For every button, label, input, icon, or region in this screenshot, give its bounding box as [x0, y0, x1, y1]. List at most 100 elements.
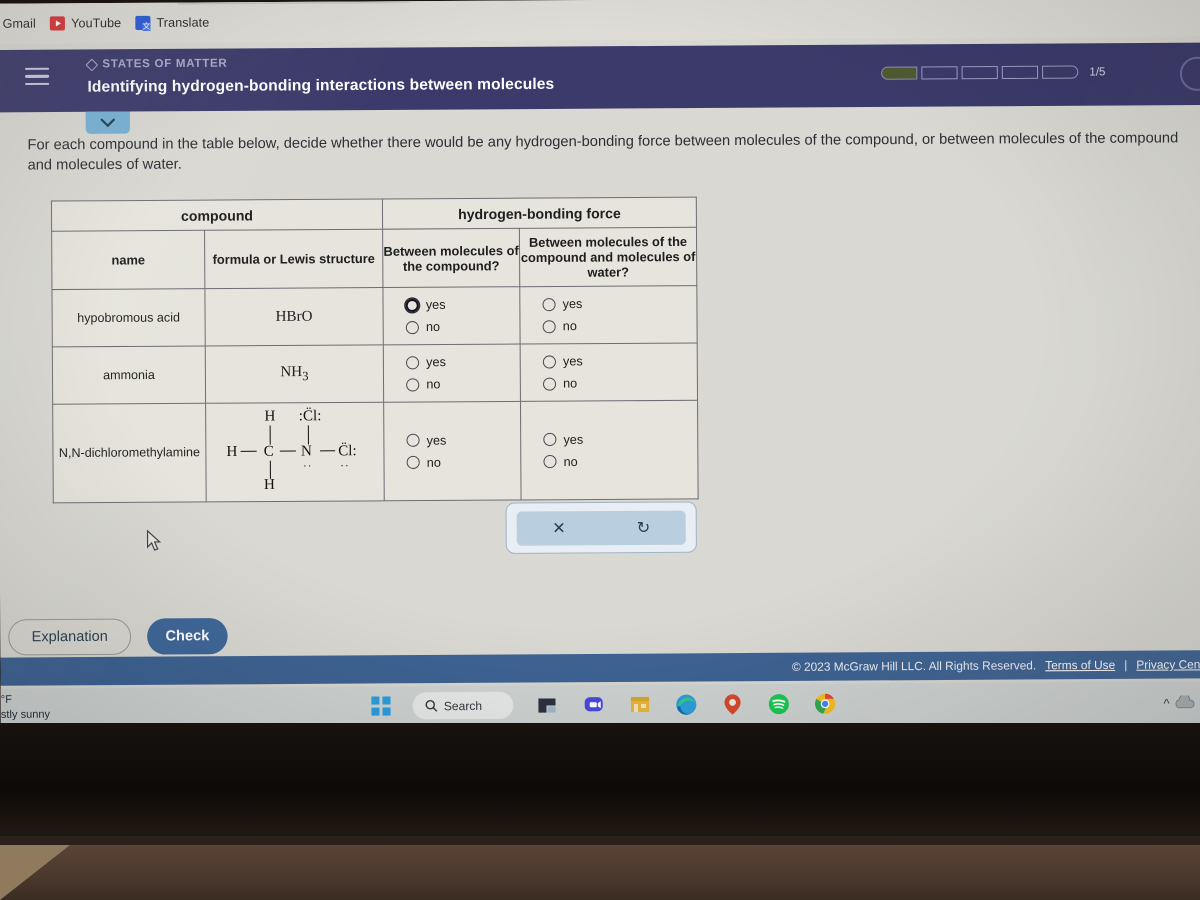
weather-temperature: 5°F — [0, 693, 13, 706]
close-x-icon[interactable]: ✕ — [517, 518, 602, 539]
radio-label-yes: yes — [426, 355, 446, 370]
radio-option-no[interactable]: no — [542, 314, 697, 337]
table-row: N,N-dichloromethylamine H :C̈l: H C N ··… — [52, 400, 699, 503]
lewis-atom-left: H — [226, 443, 238, 461]
question-prompt: For each compound in the table below, de… — [27, 130, 1179, 174]
radio-button-yes[interactable] — [406, 433, 420, 447]
cloud-icon[interactable] — [1174, 694, 1196, 715]
radio-button-no[interactable] — [405, 320, 419, 334]
lewis-atom-top-right: :C̈l: — [298, 408, 322, 425]
radio-button-no[interactable] — [543, 454, 557, 469]
radio-button-yes[interactable] — [542, 354, 556, 369]
mouse-cursor — [146, 529, 163, 557]
radio-option-yes[interactable]: yes — [406, 429, 520, 452]
group-header-hbond: hydrogen-bonding force — [382, 197, 697, 230]
radio-button-yes[interactable] — [405, 355, 420, 369]
radio-button-yes[interactable] — [405, 298, 419, 312]
bookmark-gmail[interactable]: Gmail — [3, 17, 36, 31]
topic-kicker-label: STATES OF MATTER — [102, 57, 228, 71]
check-button[interactable]: Check — [147, 617, 228, 655]
radio-button-no[interactable] — [406, 377, 420, 392]
lewis-structure-diagram: H :C̈l: H C N ·· C̈l: ·· H — [206, 403, 384, 502]
undo-arrow-icon[interactable]: ↻ — [601, 517, 686, 538]
weather-description: ostly sunny — [0, 708, 51, 721]
file-explorer-icon[interactable] — [535, 693, 559, 717]
terms-of-use-link[interactable]: Terms of Use — [1045, 658, 1115, 673]
radio-option-no[interactable]: no — [405, 315, 520, 338]
radio-label-yes: yes — [563, 432, 584, 447]
compound-table: compound hydrogen-bonding force name for… — [50, 196, 699, 504]
privacy-center-link[interactable]: Privacy Cent — [1136, 657, 1200, 671]
row-name: hypobromous acid — [51, 288, 206, 347]
page-title: Identifying hydrogen-bonding interaction… — [87, 75, 555, 96]
edit-toolbar: ✕ ↻ — [505, 501, 697, 554]
row-lewis-structure: H :C̈l: H C N ·· C̈l: ·· H — [205, 402, 385, 502]
chevron-down-icon[interactable] — [85, 111, 130, 134]
radio-label-yes: yes — [426, 433, 447, 448]
browser-bookmarks-bar: Gmail YouTube Translate — [0, 0, 1200, 44]
chevron-up-icon[interactable]: ^ — [1163, 696, 1169, 711]
radio-option-yes[interactable]: yes — [405, 293, 520, 316]
table-row: hypobromous acid HBrO yes no yes no — [51, 285, 698, 347]
radio-option-no[interactable]: no — [406, 373, 520, 396]
radio-button-no[interactable] — [542, 319, 556, 333]
radio-option-yes[interactable]: yes — [543, 427, 697, 450]
topic-kicker: STATES OF MATTER — [85, 57, 228, 71]
desk-surface — [0, 845, 1200, 900]
bookmark-youtube[interactable]: YouTube — [49, 16, 121, 31]
lewis-bond-vertical — [307, 425, 310, 445]
lewis-bond-horizontal — [279, 450, 296, 453]
lewis-bond-horizontal — [240, 450, 257, 453]
formula-base: NH — [280, 363, 303, 381]
row-q2-options: yes no — [519, 285, 698, 345]
lewis-atom-top-left: H — [264, 408, 276, 425]
app-header: STATES OF MATTER Identifying hydrogen-bo… — [0, 42, 1200, 113]
avatar[interactable] — [1179, 56, 1200, 92]
column-header-q1: Between molecules of the compound? — [382, 228, 520, 288]
edge-browser-icon[interactable] — [674, 692, 698, 716]
bookmark-translate[interactable]: Translate — [135, 15, 210, 31]
radio-option-yes[interactable]: yes — [542, 292, 696, 315]
bookmark-translate-label: Translate — [156, 15, 210, 30]
radio-option-no[interactable]: no — [543, 450, 697, 473]
laptop-bezel — [0, 723, 1200, 845]
radio-button-no[interactable] — [406, 455, 420, 469]
radio-option-yes[interactable]: yes — [542, 350, 697, 373]
row-q1-options: yes no — [383, 344, 521, 403]
lewis-atom-center: C — [263, 443, 274, 460]
radio-button-yes[interactable] — [542, 297, 556, 311]
progress-segment — [961, 65, 998, 80]
column-header-formula: formula or Lewis structure — [204, 229, 383, 289]
store-icon[interactable] — [628, 692, 652, 716]
lewis-bond-horizontal — [320, 450, 336, 452]
translate-icon — [135, 15, 151, 31]
windows-start-icon[interactable] — [371, 696, 391, 716]
row-q2-options: yes no — [520, 342, 698, 402]
teams-chat-icon[interactable] — [582, 693, 606, 717]
row-name: ammonia — [52, 345, 206, 405]
youtube-icon — [49, 16, 66, 31]
explanation-button[interactable]: Explanation — [8, 618, 132, 656]
chrome-browser-icon[interactable] — [813, 691, 837, 715]
spotify-icon[interactable] — [767, 691, 791, 715]
radio-option-yes[interactable]: yes — [405, 351, 520, 374]
lewis-atom-second-center: N — [300, 443, 312, 460]
radio-button-yes[interactable] — [543, 432, 557, 447]
diamond-icon — [85, 58, 99, 71]
radio-label-no: no — [425, 319, 441, 335]
radio-option-no[interactable]: no — [406, 451, 521, 474]
radio-button-no[interactable] — [542, 377, 557, 391]
footer: © 2023 McGraw Hill LLC. All Rights Reser… — [0, 650, 1200, 686]
lewis-atom-right: C̈l: — [338, 443, 357, 460]
radio-label-yes: yes — [562, 296, 583, 312]
location-pin-icon[interactable] — [720, 692, 744, 716]
search-icon — [425, 700, 438, 712]
radio-option-no[interactable]: no — [542, 372, 697, 395]
table-column-header-row: name formula or Lewis structure Between … — [51, 227, 697, 290]
search-input[interactable]: Search — [412, 691, 514, 720]
formula-subscript: 3 — [302, 368, 309, 384]
hamburger-menu-icon[interactable] — [24, 67, 50, 86]
row-formula: NH3 — [205, 344, 384, 404]
weather-widget[interactable]: 5°F ostly sunny — [0, 692, 50, 723]
copyright-text: © 2023 McGraw Hill LLC. All Rights Reser… — [791, 658, 1037, 674]
